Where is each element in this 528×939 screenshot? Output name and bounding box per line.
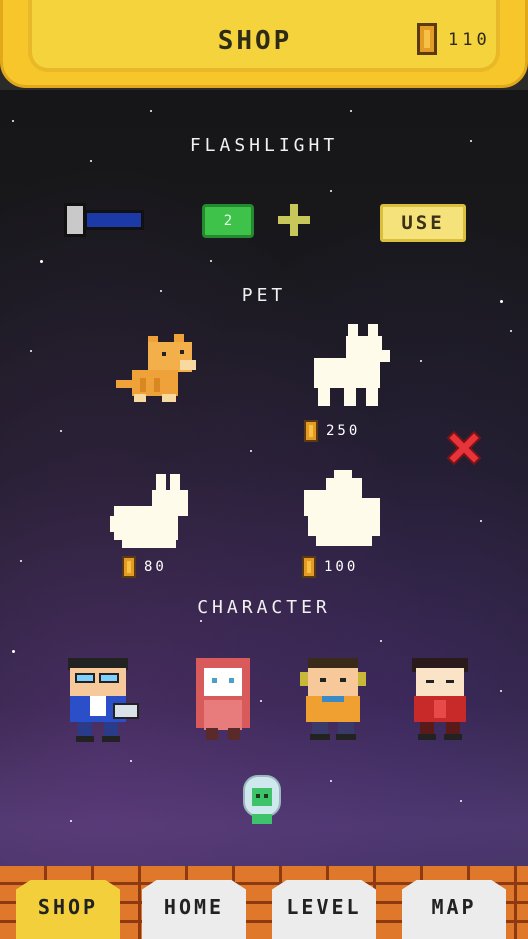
cat-icon xyxy=(116,334,196,402)
pet-chicken-locked[interactable] xyxy=(300,468,384,552)
nav-home-button[interactable]: HOME xyxy=(142,880,246,939)
boy-red-icon xyxy=(412,658,468,740)
nav-shop-button[interactable]: SHOP xyxy=(16,880,120,939)
flashlight-count-badge: 2 xyxy=(202,204,254,238)
rabbit-silhouette-icon xyxy=(110,474,188,548)
chicken-price: 100 xyxy=(302,556,358,578)
chicken-silhouette-icon xyxy=(304,470,380,546)
character-alien[interactable] xyxy=(242,774,282,826)
alien-astronaut-icon xyxy=(243,775,281,824)
plus-icon[interactable] xyxy=(278,204,310,236)
dog-price: 250 xyxy=(304,420,360,442)
flashlight-icon xyxy=(64,203,146,237)
coin-icon xyxy=(302,556,316,578)
nav-map-button[interactable]: MAP xyxy=(402,880,506,939)
flashlight-section-title: FLASHLIGHT xyxy=(189,135,339,156)
nav-level-button[interactable]: LEVEL xyxy=(272,880,376,939)
close-icon[interactable] xyxy=(444,428,484,468)
boy-glasses-icon xyxy=(68,658,139,742)
rabbit-price-value: 80 xyxy=(144,559,167,575)
character-girl-hijab[interactable] xyxy=(188,656,258,742)
shop-header: SHOP 110 xyxy=(0,0,528,90)
dog-silhouette-icon xyxy=(314,324,390,406)
character-boy-glasses[interactable] xyxy=(62,656,142,744)
character-boy-red[interactable] xyxy=(408,656,472,742)
pet-section-title: PET xyxy=(241,285,287,306)
dog-price-value: 250 xyxy=(326,423,361,439)
pet-cat[interactable] xyxy=(110,330,202,410)
coin-icon xyxy=(122,556,136,578)
coin-count: 110 xyxy=(448,30,491,50)
rabbit-price: 80 xyxy=(122,556,167,578)
character-boy-headphones[interactable] xyxy=(298,656,368,742)
page-title: SHOP xyxy=(217,26,293,56)
girl-hijab-icon xyxy=(196,658,250,740)
character-section-title: CHARACTER xyxy=(197,597,331,618)
coin-icon xyxy=(304,420,318,442)
use-flashlight-button[interactable]: USE xyxy=(380,204,466,242)
coin-icon xyxy=(417,23,437,55)
chicken-price-value: 100 xyxy=(324,559,359,575)
boy-headphones-icon xyxy=(300,658,366,740)
pet-rabbit-locked[interactable] xyxy=(108,472,192,552)
pet-dog-locked[interactable] xyxy=(310,320,392,408)
